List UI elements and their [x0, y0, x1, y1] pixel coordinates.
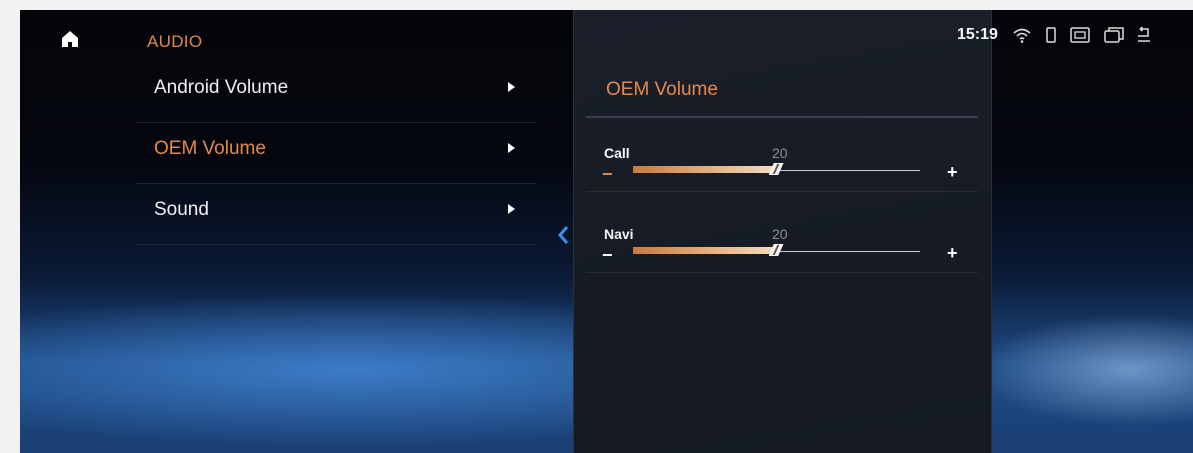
- volume-decrease-button[interactable]: −: [602, 164, 613, 185]
- menu-item-label: Sound: [154, 199, 209, 220]
- section-title: AUDIO: [147, 32, 203, 51]
- arrow-right-icon: [508, 82, 515, 92]
- volume-value: 20: [772, 145, 788, 161]
- window-icon[interactable]: [1104, 27, 1124, 43]
- menu-item-android-volume[interactable]: Android Volume: [136, 62, 536, 123]
- divider: [586, 116, 978, 118]
- arrow-right-icon: [508, 204, 515, 214]
- volume-row-navi: Navi 20 − +: [586, 212, 978, 273]
- volume-label: Navi: [604, 226, 634, 242]
- head-unit-screen: AUDIO Android Volume OEM Volume Sound OE…: [20, 10, 1193, 453]
- phone-icon: [1046, 27, 1056, 43]
- home-icon[interactable]: [61, 30, 79, 48]
- menu-item-label: Android Volume: [154, 77, 289, 98]
- volume-label: Call: [604, 145, 630, 161]
- volume-slider[interactable]: [633, 163, 920, 175]
- chevron-left-icon[interactable]: [556, 224, 570, 246]
- menu-item-oem-volume[interactable]: OEM Volume: [136, 123, 536, 184]
- oem-volume-panel: OEM Volume Call 20 − + Navi 20 − +: [573, 10, 992, 453]
- volume-decrease-button[interactable]: −: [602, 245, 613, 266]
- menu-item-sound[interactable]: Sound: [136, 184, 536, 245]
- volume-increase-button[interactable]: +: [947, 162, 958, 183]
- panel-title: OEM Volume: [606, 79, 718, 100]
- volume-row-call: Call 20 − +: [586, 131, 978, 192]
- volume-value: 20: [772, 226, 788, 242]
- back-icon[interactable]: [1137, 27, 1150, 43]
- clock: 15:19: [957, 26, 998, 43]
- wifi-icon: [1013, 28, 1031, 43]
- volume-slider-fill: [633, 247, 777, 254]
- status-bar: 15:19: [957, 24, 1150, 46]
- screen-icon[interactable]: [1070, 27, 1090, 43]
- arrow-right-icon: [508, 143, 515, 153]
- audio-menu: Android Volume OEM Volume Sound: [136, 62, 536, 245]
- volume-increase-button[interactable]: +: [947, 243, 958, 264]
- volume-slider[interactable]: [633, 244, 920, 256]
- menu-item-label: OEM Volume: [154, 138, 266, 159]
- volume-slider-fill: [633, 166, 777, 173]
